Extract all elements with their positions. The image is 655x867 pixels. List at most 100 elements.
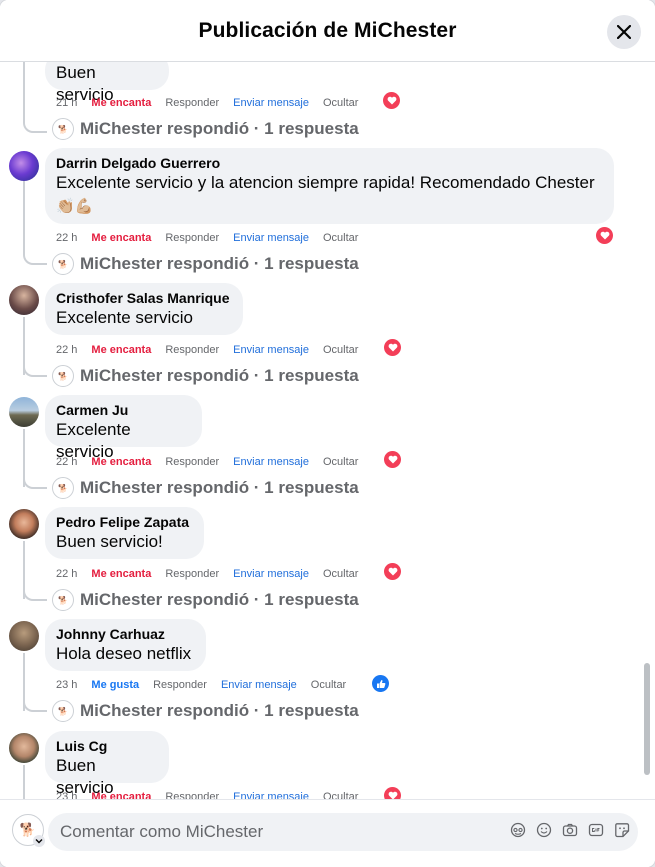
comment-author[interactable]: Darrin Delgado Guerrero [56,154,603,172]
reply-summary[interactable]: 🐕 MiChester respondió · 1 respuesta [52,700,359,722]
hide-button[interactable]: Ocultar [323,790,358,799]
comment-author[interactable]: Johnny Carhuaz [56,625,195,643]
reply-summary[interactable]: 🐕 MiChester respondió · 1 respuesta [52,365,359,387]
send-message-button[interactable]: Enviar mensaje [233,231,309,245]
reply-summary[interactable]: 🐕 MiChester respondió · 1 respuesta [52,253,359,275]
comment-time[interactable]: 21 h [56,96,77,110]
chevron-down-icon[interactable] [33,835,45,847]
reply-summary[interactable]: 🐕 MiChester respondió · 1 respuesta [52,589,359,611]
avatar[interactable] [9,397,39,427]
comment-bubble: Darrin Delgado Guerrero Excelente servic… [45,148,614,224]
reply-summary[interactable]: 🐕 MiChester respondió · 1 respuesta [52,477,359,499]
comment-author[interactable]: Luis Cg [56,737,158,755]
react-button[interactable]: Me gusta [91,678,139,692]
hide-button[interactable]: Ocultar [323,567,358,581]
avatar[interactable] [9,733,39,763]
reply-button[interactable]: Responder [165,343,219,357]
send-message-button[interactable]: Enviar mensaje [221,678,297,692]
reply-summary-text: MiChester respondió · 1 respuesta [80,119,359,138]
gif-icon[interactable] [587,821,605,839]
comment-bubble: Pedro Felipe Zapata Buen servicio! [45,507,204,559]
reply-button[interactable]: Responder [165,96,219,110]
comment-author[interactable]: Carmen Ju [56,401,191,419]
reply-button[interactable]: Responder [165,231,219,245]
michester-avatar: 🐕 [52,365,74,387]
comment-bubble: Johnny Carhuaz Hola deseo netflix [45,619,206,671]
comment-actions: 23 h Me encanta Responder Enviar mensaje… [56,790,372,799]
react-button[interactable]: Me encanta [91,231,151,245]
heart-icon[interactable] [384,451,401,468]
reply-button[interactable]: Responder [165,567,219,581]
avatar[interactable] [9,151,39,181]
camera-icon[interactable] [561,821,579,839]
comment-bubble: Carmen Ju Excelente servicio [45,395,202,461]
comment-author[interactable]: Cristhofer Salas Manrique [56,289,232,307]
reply-summary[interactable]: 🐕 MiChester respondió · 1 respuesta [52,118,359,140]
comment-time[interactable]: 22 h [56,343,77,357]
comment-text: Hola deseo netflix [56,644,192,663]
hide-button[interactable]: Ocultar [323,231,358,245]
reply-summary-text: MiChester respondió · 1 respuesta [80,478,359,497]
michester-avatar: 🐕 [52,700,74,722]
emoji-icon[interactable] [535,821,553,839]
comments-feed[interactable]: Buen servicio 21 h Me encanta Responder … [0,61,640,799]
hide-button[interactable]: Ocultar [311,678,346,692]
avatar[interactable] [9,285,39,315]
react-button[interactable]: Me encanta [91,455,151,469]
reply-button[interactable]: Responder [165,455,219,469]
comment-time[interactable]: 23 h [56,678,77,692]
hide-button[interactable]: Ocultar [323,96,358,110]
comment-author[interactable]: Pedro Felipe Zapata [56,513,193,531]
michester-avatar: 🐕 [52,477,74,499]
avatar[interactable] [9,621,39,651]
comment-actions: 21 h Me encanta Responder Enviar mensaje… [56,96,372,110]
michester-avatar: 🐕 [52,253,74,275]
thumbs-up-icon[interactable] [372,675,389,692]
comment-actions: 22 h Me encanta Responder Enviar mensaje… [56,455,372,469]
hide-button[interactable]: Ocultar [323,343,358,357]
comment-text: Excelente servicio y la atencion siempre… [56,173,595,192]
michester-avatar: 🐕 [52,589,74,611]
modal-title: Publicación de MiChester [198,18,457,42]
comment-bubble: Buen servicio [45,61,169,104]
send-message-button[interactable]: Enviar mensaje [233,790,309,799]
michester-avatar: 🐕 [52,118,74,140]
reply-button[interactable]: Responder [153,678,207,692]
reply-button[interactable]: Responder [165,790,219,799]
send-message-button[interactable]: Enviar mensaje [233,455,309,469]
send-message-button[interactable]: Enviar mensaje [233,343,309,357]
react-button[interactable]: Me encanta [91,96,151,110]
send-message-button[interactable]: Enviar mensaje [233,567,309,581]
heart-icon[interactable] [384,787,401,799]
close-icon [617,25,631,39]
comment-time[interactable]: 22 h [56,231,77,245]
react-button[interactable]: Me encanta [91,343,151,357]
comment-emojis: 👏🏼💪🏼 [56,198,94,215]
comment-actions: 22 h Me encanta Responder Enviar mensaje… [56,231,372,245]
comment-bubble: Luis Cg Buen servicio [45,731,169,797]
scrollbar[interactable] [644,663,650,775]
comment-time[interactable]: 22 h [56,455,77,469]
sticker-icon[interactable] [613,821,631,839]
avatar-sticker-icon[interactable] [509,821,527,839]
reply-summary-text: MiChester respondió · 1 respuesta [80,590,359,609]
react-button[interactable]: Me encanta [91,790,151,799]
reply-summary-text: MiChester respondió · 1 respuesta [80,366,359,385]
comment-text: Buen servicio! [56,532,163,551]
react-button[interactable]: Me encanta [91,567,151,581]
comment-actions: 22 h Me encanta Responder Enviar mensaje… [56,343,372,357]
comment-time[interactable]: 23 h [56,790,77,799]
comment-time[interactable]: 22 h [56,567,77,581]
comment-composer: 🐕 [0,799,655,867]
composer-tools [501,821,631,839]
hide-button[interactable]: Ocultar [323,455,358,469]
send-message-button[interactable]: Enviar mensaje [233,96,309,110]
reply-summary-text: MiChester respondió · 1 respuesta [80,701,359,720]
avatar[interactable] [9,509,39,539]
heart-icon[interactable] [384,339,401,356]
heart-icon[interactable] [384,563,401,580]
heart-icon[interactable] [596,227,613,244]
comment-actions: 22 h Me encanta Responder Enviar mensaje… [56,567,372,581]
heart-icon[interactable] [383,92,400,109]
close-button[interactable] [607,15,641,49]
